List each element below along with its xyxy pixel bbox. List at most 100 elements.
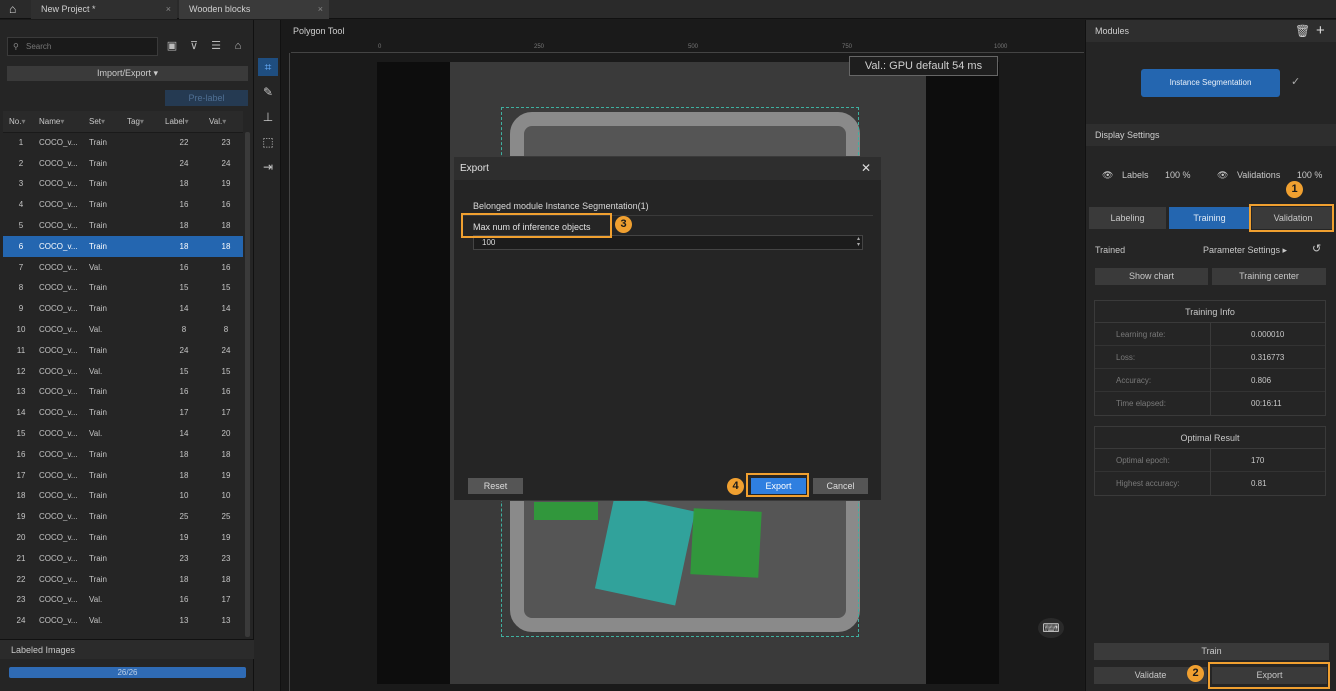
spinner-icon[interactable]: ▴ ▾: [857, 236, 860, 248]
table-cell: Val.: [89, 429, 103, 439]
train-button[interactable]: Train: [1094, 643, 1329, 660]
table-cell: [121, 569, 159, 590]
table-row[interactable]: 3 COCO_v... Train 18 19: [3, 174, 243, 195]
table-cell: [121, 361, 159, 382]
rect-select-icon[interactable]: ⬚: [258, 133, 278, 151]
table-cell: 14: [221, 304, 231, 314]
table-row[interactable]: 5 COCO_v... Train 18 18: [3, 215, 243, 236]
col-set[interactable]: Set▾: [83, 111, 121, 133]
parameter-settings-link[interactable]: Parameter Settings ▸: [1203, 245, 1287, 256]
vertical-scrollbar[interactable]: [245, 132, 250, 637]
table-row[interactable]: 21 COCO_v... Train 23 23: [3, 548, 243, 569]
cancel-button[interactable]: Cancel: [813, 478, 868, 494]
table-row[interactable]: 24 COCO_v... Val. 13 13: [3, 610, 243, 631]
callout-number: 1: [1286, 181, 1303, 198]
table-cell: 15: [221, 366, 231, 376]
filter-icon[interactable]: ⊽: [186, 39, 202, 53]
table-cell: COCO_v...: [39, 553, 78, 563]
table-row[interactable]: 8 COCO_v... Train 15 15: [3, 278, 243, 299]
table-row[interactable]: 4 COCO_v... Train 16 16: [3, 194, 243, 215]
add-icon[interactable]: +: [1316, 20, 1325, 42]
table-row[interactable]: 2 COCO_v... Train 24 24: [3, 153, 243, 174]
export-dialog: Export ✕ Belonged module Instance Segmen…: [453, 156, 882, 501]
table-cell: 8: [18, 283, 24, 293]
show-chart-button[interactable]: Show chart: [1095, 268, 1208, 285]
callout-number: 3: [615, 216, 632, 233]
table-row[interactable]: 7 COCO_v... Val. 16 16: [3, 257, 243, 278]
table-row[interactable]: 15 COCO_v... Val. 14 20: [3, 423, 243, 444]
table-cell: [121, 132, 159, 153]
list-icon[interactable]: ☰: [208, 39, 224, 53]
table-cell: 14: [179, 304, 189, 314]
col-name[interactable]: Name▾: [33, 111, 83, 133]
table-row[interactable]: 12 COCO_v... Val. 15 15: [3, 361, 243, 382]
col-label[interactable]: Label▾: [159, 111, 203, 133]
table-cell: 15: [179, 366, 189, 376]
table-row[interactable]: 13 COCO_v... Train 16 16: [3, 382, 243, 403]
search-input[interactable]: ⚲ Search: [7, 37, 158, 56]
move-selection-icon[interactable]: ⇥: [258, 158, 278, 176]
col-val[interactable]: Val.▾: [203, 111, 243, 133]
table-row[interactable]: 14 COCO_v... Train 17 17: [3, 402, 243, 423]
table-row[interactable]: 19 COCO_v... Train 25 25: [3, 506, 243, 527]
close-icon[interactable]: ×: [166, 0, 171, 19]
table-cell: 8: [181, 325, 187, 335]
table-cell: 4: [18, 200, 24, 210]
info-row: Optimal epoch: 170: [1095, 449, 1325, 472]
table-cell: 16: [221, 200, 231, 210]
table-row[interactable]: 9 COCO_v... Train 14 14: [3, 298, 243, 319]
close-icon[interactable]: ×: [318, 0, 323, 19]
tab-labeling[interactable]: Labeling: [1089, 207, 1166, 229]
table-cell: 20: [16, 533, 26, 543]
table-cell: [121, 319, 159, 340]
table-cell: [121, 423, 159, 444]
table-cell: 15: [16, 429, 26, 439]
history-icon[interactable]: ↺: [1312, 242, 1321, 255]
lock-icon[interactable]: ⌂: [230, 39, 246, 53]
col-no[interactable]: No.▾: [3, 111, 33, 133]
validations-visibility-toggle[interactable]: 👁 Validations 100 %: [1217, 170, 1322, 181]
table-cell: 18: [221, 221, 231, 231]
gpu-time-label: Val.: GPU default 54 ms: [849, 56, 998, 76]
table-cell: Val.: [89, 366, 103, 376]
table-row[interactable]: 23 COCO_v... Val. 16 17: [3, 590, 243, 611]
polygon-tool-icon[interactable]: ⌗: [258, 58, 278, 76]
table-row[interactable]: 1 COCO_v... Train 22 23: [3, 132, 243, 153]
table-cell: Train: [89, 408, 107, 418]
table-cell: 22: [16, 574, 26, 584]
import-export-button[interactable]: Import/Export ▾: [7, 66, 248, 81]
table-row[interactable]: 10 COCO_v... Val. 8 8: [3, 319, 243, 340]
keyboard-icon[interactable]: ⌨: [1038, 618, 1064, 638]
magic-wand-icon[interactable]: ✎: [258, 83, 278, 101]
ruler-tick: 1000: [994, 44, 1008, 50]
tab-wooden-blocks[interactable]: Wooden blocks ×: [179, 0, 329, 19]
table-row[interactable]: 6 COCO_v... Train 18 18: [3, 235, 243, 257]
filter-image-icon[interactable]: ▣: [164, 39, 180, 53]
tab-training[interactable]: Training: [1169, 207, 1250, 229]
trash-icon[interactable]: 🗑: [1295, 20, 1310, 42]
table-row[interactable]: 16 COCO_v... Train 18 18: [3, 444, 243, 465]
tab-new-project[interactable]: New Project * ×: [31, 0, 177, 19]
table-cell: 16: [179, 262, 189, 272]
instance-segmentation-module[interactable]: Instance Segmentation: [1141, 69, 1280, 97]
table-cell: COCO_v...: [39, 262, 78, 272]
table-cell: 17: [221, 408, 231, 418]
stamp-icon[interactable]: ⊥: [258, 108, 278, 126]
table-cell: [121, 465, 159, 486]
table-row[interactable]: 17 COCO_v... Train 18 19: [3, 465, 243, 486]
table-row[interactable]: 18 COCO_v... Train 10 10: [3, 486, 243, 507]
table-row[interactable]: 11 COCO_v... Train 24 24: [3, 340, 243, 361]
search-icon: ⚲: [13, 42, 19, 51]
reset-button[interactable]: Reset: [468, 478, 523, 494]
canvas-title: Polygon Tool: [293, 26, 345, 36]
training-center-button[interactable]: Training center: [1212, 268, 1326, 285]
close-icon[interactable]: ✕: [861, 157, 871, 180]
pre-label-button[interactable]: Pre-label: [165, 90, 248, 106]
dialog-title-bar: Export ✕: [454, 157, 881, 180]
table-row[interactable]: 20 COCO_v... Train 19 19: [3, 527, 243, 548]
col-tag[interactable]: Tag▾: [121, 111, 159, 133]
labels-visibility-toggle[interactable]: 👁 Labels 100 %: [1102, 170, 1191, 181]
table-row[interactable]: 22 COCO_v... Train 18 18: [3, 569, 243, 590]
home-icon[interactable]: ⌂: [9, 3, 23, 16]
table-cell: Train: [89, 553, 107, 563]
